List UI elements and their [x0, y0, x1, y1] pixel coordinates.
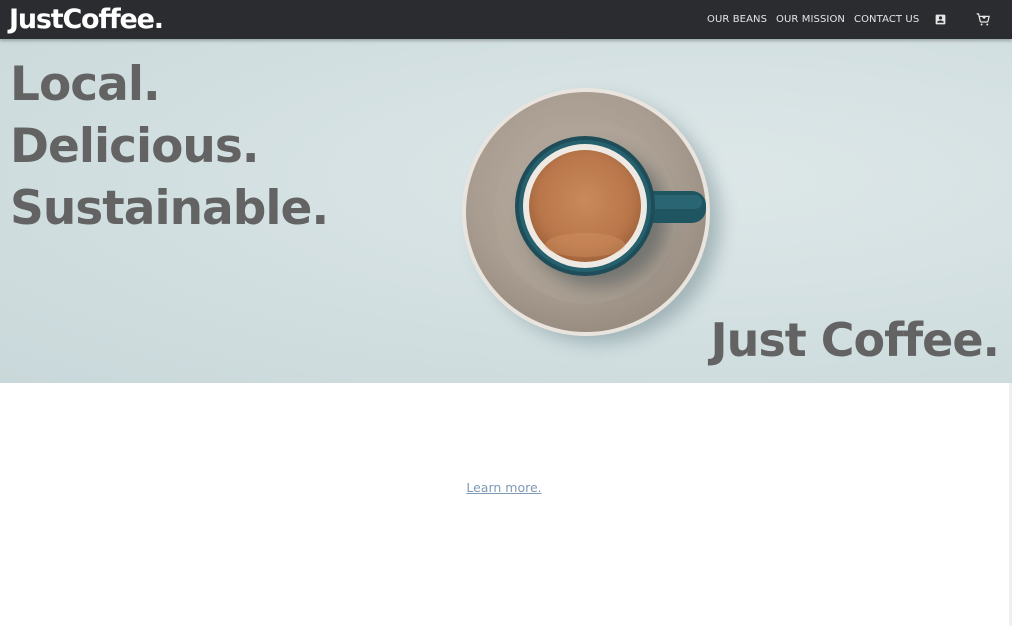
shopping-cart-icon-svg — [976, 12, 990, 25]
nav-link-contact-us[interactable]: CONTACT US — [854, 14, 919, 25]
main-content: Learn more. — [0, 383, 1012, 626]
hero-banner: Local. Delicious. Sustainable. Just Coff… — [0, 39, 1012, 383]
account-box-icon-svg — [935, 14, 945, 24]
learn-more-link[interactable]: Learn more. — [0, 480, 1008, 495]
tagline-delicious: Delicious. — [10, 119, 260, 174]
shopping-cart-icon[interactable] — [975, 11, 991, 27]
top-navbar: JustCoffee. OUR BEANS OUR MISSION CONTAC… — [0, 0, 1012, 39]
brand-logo[interactable]: JustCoffee. — [9, 2, 164, 36]
coffee-cup-image — [462, 88, 720, 343]
account-box-icon[interactable] — [932, 11, 948, 27]
tagline-sustainable: Sustainable. — [10, 181, 329, 236]
brand-logo-text: JustCoffee. — [9, 3, 164, 35]
nav-link-our-mission[interactable]: OUR MISSION — [776, 14, 845, 25]
nav-link-our-beans[interactable]: OUR BEANS — [707, 14, 767, 25]
tagline-local: Local. — [10, 57, 161, 112]
hero-brand-text: Just Coffee. — [710, 313, 1000, 367]
